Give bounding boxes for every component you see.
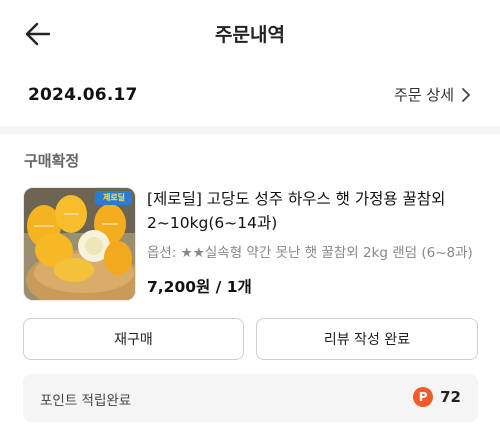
order-detail-link[interactable]: 주문 상세 (394, 84, 472, 105)
product-image[interactable]: 제로딜 (23, 187, 136, 301)
product-badge: 제로딜 (102, 193, 126, 202)
rebuy-button[interactable]: 재구매 (23, 318, 244, 360)
product-price: 7,200원 / 1개 (147, 278, 252, 296)
points-box: 포인트 적립완료 P 72 (23, 374, 478, 422)
points-label: 포인트 적립완료 (40, 393, 132, 409)
points-amount: P 72 (413, 387, 461, 407)
section-divider (0, 126, 500, 134)
korean-melon-photo (24, 188, 135, 300)
points-value: 72 (440, 388, 461, 406)
order-date-row: 2024.06.17 주문 상세 (0, 68, 500, 124)
order-detail-label: 주문 상세 (394, 86, 454, 104)
product-option: 옵션: ★★실속형 약간 못난 햇 꿀참외 2kg 랜덤 (6~8과) (147, 245, 473, 261)
point-coin-icon: P (413, 387, 434, 407)
order-date: 2024.06.17 (28, 85, 138, 105)
review-complete-button[interactable]: 리뷰 작성 완료 (256, 318, 478, 360)
chevron-right-icon (462, 87, 470, 102)
app-header: 주문내역 (0, 0, 500, 68)
order-status: 구매확정 (24, 152, 80, 170)
page-title: 주문내역 (215, 24, 285, 46)
product-title[interactable]: [제로딜] 고당도 성주 하우스 햇 가정용 꿀참외 2~10kg(6~14과) (147, 187, 477, 235)
